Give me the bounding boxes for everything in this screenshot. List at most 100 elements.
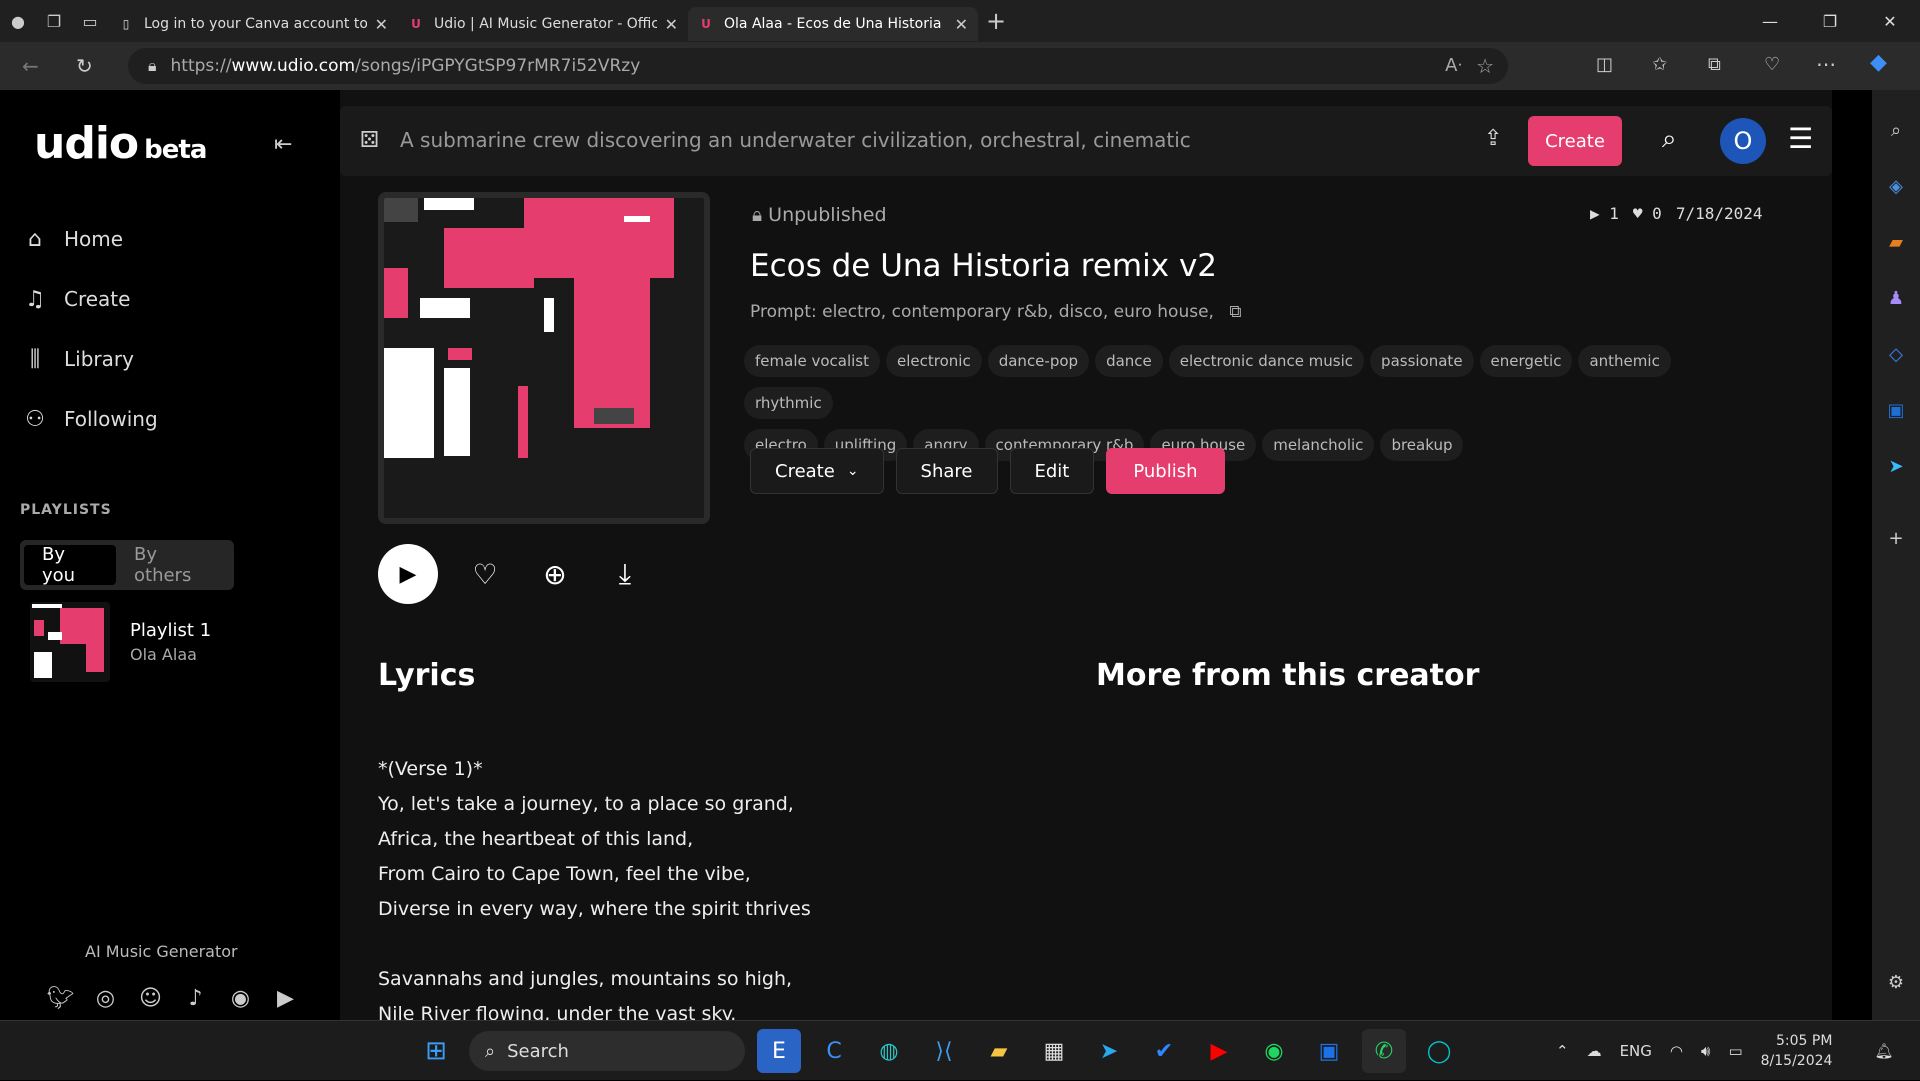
windows-start-icon[interactable]: ⊞ (414, 1029, 458, 1073)
create-dropdown-button[interactable]: Create ⌄ (750, 448, 884, 494)
app-e-icon[interactable]: E (757, 1029, 801, 1073)
tag[interactable]: passionate (1370, 345, 1474, 377)
vscode-icon[interactable]: ⟩⟨ (922, 1029, 966, 1073)
split-screen-icon[interactable]: ◫ (1596, 54, 1613, 75)
onedrive-icon[interactable]: ☁ (1587, 1042, 1602, 1060)
tab-udio-song[interactable]: U Ola Alaa - Ecos de Una Historia r ✕ (688, 7, 978, 41)
close-icon[interactable]: ✕ (665, 15, 678, 34)
outlook-icon[interactable]: ▣ (1307, 1029, 1351, 1073)
telegram-icon[interactable]: ➤ (1087, 1029, 1131, 1073)
tag[interactable]: anthemic (1578, 345, 1671, 377)
playlist-item[interactable]: Playlist 1 Ola Alaa (30, 602, 211, 682)
tab-canva[interactable]: ▯ Log in to your Canva account to ✕ (108, 7, 398, 41)
tag[interactable]: breakup (1380, 429, 1464, 461)
tag[interactable]: energetic (1479, 345, 1573, 377)
battery-icon[interactable]: ▭ (1728, 1042, 1742, 1060)
browser-essentials-icon[interactable]: ♡ (1764, 54, 1780, 75)
app-c-icon[interactable]: C (812, 1029, 856, 1073)
close-icon[interactable]: ✕ (955, 15, 968, 34)
canva-icon[interactable]: ◯ (1417, 1029, 1461, 1073)
tab-actions-icon[interactable]: ▭ (72, 3, 108, 39)
outlook-icon[interactable]: ▣ (1880, 394, 1912, 426)
copy-icon[interactable]: ⧉ (1229, 302, 1241, 322)
games-icon[interactable]: ♟ (1880, 282, 1912, 314)
taskbar-search[interactable]: ⌕ Search (469, 1031, 745, 1071)
file-explorer-icon[interactable]: ▰ (977, 1029, 1021, 1073)
tag[interactable]: electronic dance music (1168, 345, 1365, 377)
instagram-icon[interactable]: ◎ (83, 986, 128, 1011)
tag[interactable]: rhythmic (744, 387, 833, 419)
udio-logo[interactable]: udio beta (34, 118, 207, 169)
collapse-sidebar-icon[interactable]: ⇤ (274, 132, 292, 157)
tab-by-others[interactable]: By others (116, 544, 230, 586)
search-icon[interactable]: ⌕ (1662, 124, 1677, 155)
profile-icon[interactable]: ● (0, 3, 36, 39)
sidebar-item-home[interactable]: ⌂ Home (22, 226, 123, 252)
read-aloud-icon[interactable]: Aᐧ (1445, 55, 1462, 76)
shopping-tag-icon[interactable]: ◈ (1880, 170, 1912, 202)
dice-icon[interactable]: ⚄ (360, 128, 379, 153)
close-window-icon[interactable]: ✕ (1860, 0, 1920, 42)
upload-icon[interactable]: ⇪ (1484, 126, 1502, 151)
sidebar-item-following[interactable]: ⚇ Following (22, 406, 158, 432)
spotify-icon[interactable]: ◉ (1252, 1029, 1296, 1073)
edge-icon[interactable]: ◍ (867, 1029, 911, 1073)
chevron-up-icon[interactable]: ⌃ (1556, 1042, 1569, 1060)
youtube-icon[interactable]: ▶ (263, 986, 308, 1011)
youtube-icon[interactable]: ▶ (1197, 1029, 1241, 1073)
sidebar-item-library[interactable]: ⫼ Library (22, 346, 134, 372)
lock-icon: 🔒︎ (752, 204, 763, 226)
tag[interactable]: electronic (886, 345, 982, 377)
add-to-playlist-icon[interactable]: ⊕ (532, 558, 578, 591)
volume-icon[interactable]: 🔊︎ (1701, 1042, 1710, 1060)
wifi-icon[interactable]: ◠ (1670, 1042, 1683, 1060)
heart-icon[interactable]: ♡ (462, 558, 508, 591)
tiktok-icon[interactable]: ♪ (173, 986, 218, 1011)
tab-by-you[interactable]: By you (24, 544, 116, 586)
play-button[interactable]: ▶ (378, 544, 438, 604)
publish-button[interactable]: Publish (1106, 448, 1225, 494)
notification-bell-icon[interactable]: 🔔︎ (1874, 1042, 1893, 1060)
back-icon[interactable]: ← (22, 54, 39, 78)
todo-icon[interactable]: ✔ (1142, 1029, 1186, 1073)
hamburger-menu-icon[interactable]: ☰ (1788, 122, 1813, 155)
collections-icon[interactable]: ⧉ (1708, 54, 1721, 75)
search-icon[interactable]: ⌕ (1880, 114, 1912, 146)
download-icon[interactable]: ⤓ (602, 557, 648, 591)
url-field[interactable]: 🔒︎ https://www.udio.com/songs/iPGPYGtSP9… (128, 48, 1508, 84)
sidebar-item-create[interactable]: ♫ Create (22, 286, 130, 312)
avatar[interactable]: O (1720, 118, 1766, 164)
twitter-icon[interactable]: 🐦︎ (38, 986, 83, 1011)
store-icon[interactable]: ▦ (1032, 1029, 1076, 1073)
tag[interactable]: female vocalist (744, 345, 881, 377)
whatsapp-icon[interactable]: ✆ (1362, 1029, 1406, 1073)
edit-button[interactable]: Edit (1009, 448, 1095, 494)
reload-icon[interactable]: ↻ (76, 54, 93, 78)
prompt-input[interactable]: A submarine crew discovering an underwat… (400, 128, 1191, 152)
tools-briefcase-icon[interactable]: ▰ (1880, 226, 1912, 258)
create-button[interactable]: Create (1528, 116, 1622, 166)
language-indicator[interactable]: ENG (1620, 1042, 1652, 1060)
share-button[interactable]: Share (895, 448, 998, 494)
tag[interactable]: dance-pop (987, 345, 1090, 377)
more-icon[interactable]: ⋯ (1816, 52, 1836, 76)
song-date: 7/18/2024 (1675, 204, 1763, 223)
tab-udio-home[interactable]: U Udio | AI Music Generator - Offic ✕ (398, 7, 688, 41)
restore-icon[interactable]: ❐ (1800, 0, 1860, 42)
minimize-icon[interactable]: — (1740, 0, 1800, 42)
tag[interactable]: dance (1095, 345, 1163, 377)
new-tab-icon[interactable]: + (978, 3, 1014, 39)
close-icon[interactable]: ✕ (375, 15, 388, 34)
clock[interactable]: 5:05 PM 8/15/2024 (1761, 1031, 1851, 1071)
settings-gear-icon[interactable]: ⚙ (1880, 966, 1912, 998)
drop-send-icon[interactable]: ➤ (1880, 450, 1912, 482)
tag[interactable]: melancholic (1262, 429, 1375, 461)
add-icon[interactable]: + (1880, 522, 1912, 554)
microsoft-365-icon[interactable]: ◇ (1880, 338, 1912, 370)
favorite-star-icon[interactable]: ☆ (1476, 54, 1494, 78)
favorites-icon[interactable]: ✩ (1652, 54, 1667, 75)
copilot-icon[interactable]: ◆ (1870, 50, 1887, 75)
workspaces-icon[interactable]: ❐ (36, 3, 72, 39)
discord-icon[interactable]: ☺ (128, 986, 173, 1011)
reddit-icon[interactable]: ◉ (218, 986, 263, 1011)
